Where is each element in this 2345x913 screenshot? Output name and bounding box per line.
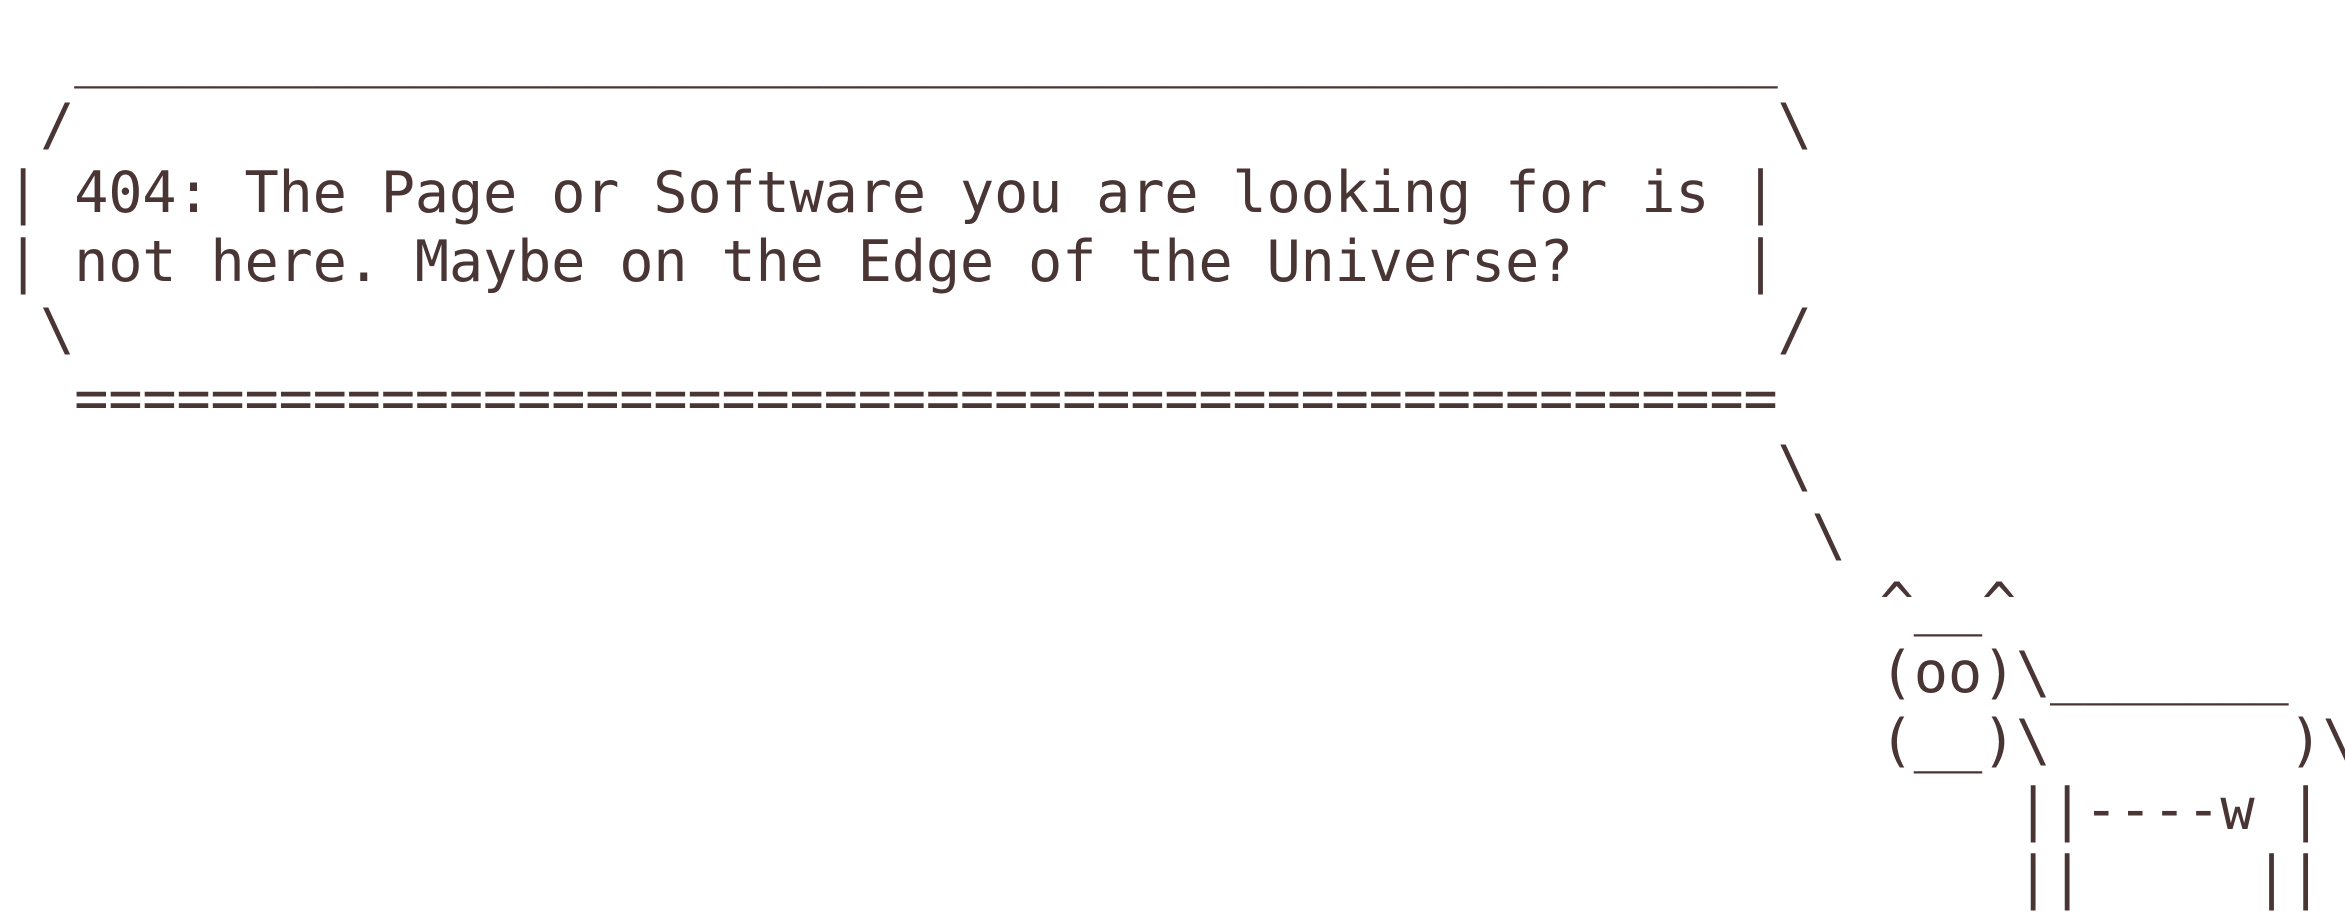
cow-legs: || || xyxy=(6,845,2323,911)
speech-bubble-top-border: ________________________________________… xyxy=(6,23,1778,89)
cow-eyes-back: (oo)\_______ xyxy=(6,639,2289,706)
cowsay-404-art: ________________________________________… xyxy=(6,22,2345,913)
bubble-left-border: | xyxy=(6,160,75,226)
speech-bubble-text-row-2: | not here. Maybe on the Edge of the Uni… xyxy=(6,228,2345,297)
speech-bubble-bottom-border: ========================================… xyxy=(6,365,1778,432)
cow-mouth-body: (__)\ )\/\ xyxy=(6,708,2345,774)
speech-bubble-text-row-1: | 404: The Page or Software you are look… xyxy=(6,159,2345,228)
error-message-line-1: 404: The Page or Software you are lookin… xyxy=(74,160,1710,226)
bubble-left-border: | xyxy=(6,228,75,295)
error-message-line-2: not here. Maybe on the Edge of the Unive… xyxy=(74,228,1574,295)
bubble-right-border: | xyxy=(1709,160,1778,226)
speech-bubble-upper-corners: / \ xyxy=(6,91,1812,158)
speech-bubble-lower-corners: \ / xyxy=(6,297,1812,363)
speech-bubble-tail-2: \ xyxy=(6,502,1846,569)
cow-legs-udder: ||----w | xyxy=(6,776,2323,843)
cow-ears: ^__^ xyxy=(6,571,2017,637)
speech-bubble-tail-1: \ xyxy=(6,434,1812,500)
bubble-right-border: | xyxy=(1573,228,1778,295)
